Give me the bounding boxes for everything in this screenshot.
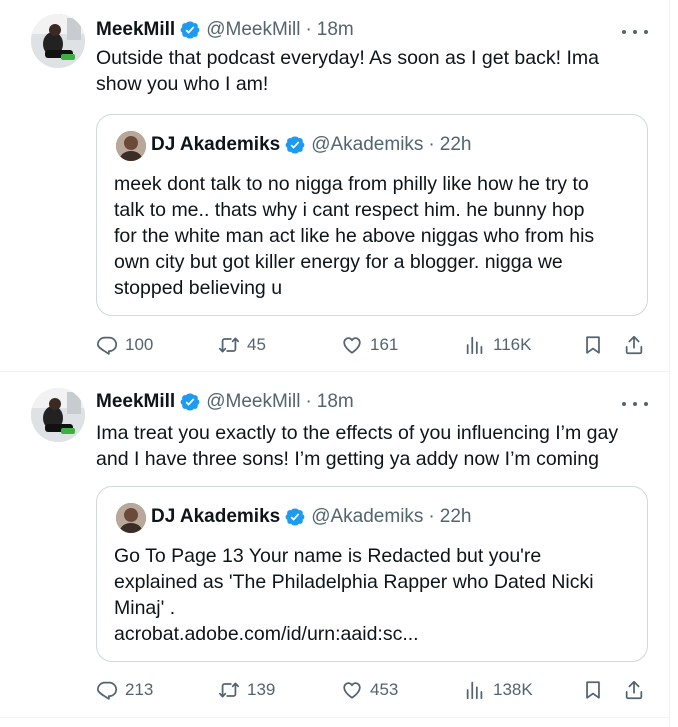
- quoted-link[interactable]: acrobat.adobe.com/id/urn:aaid:sc...: [114, 621, 634, 647]
- bookmark-button[interactable]: [582, 330, 604, 360]
- separator: ·: [305, 391, 312, 412]
- repost-icon: [218, 682, 240, 698]
- separator: ·: [305, 19, 312, 40]
- tweet-actions: 213 139 453 138K: [96, 675, 652, 705]
- quoted-author-handle: @Akademiks: [311, 506, 424, 527]
- reply-count: 100: [125, 335, 154, 354]
- author-name[interactable]: MeekMill: [96, 391, 175, 413]
- quoted-timestamp: 22h: [439, 134, 472, 155]
- repost-icon: [218, 337, 240, 353]
- author-handle[interactable]: @MeekMill: [206, 19, 300, 41]
- separator: ·: [428, 134, 435, 155]
- repost-button[interactable]: 45: [218, 330, 266, 360]
- author-handle[interactable]: @MeekMill: [206, 391, 300, 413]
- quoted-tweet[interactable]: DJ Akademiks @Akademiks · 22h meek dont …: [96, 114, 648, 316]
- quoted-text-line: talk to me.. thats why i cant respect hi…: [114, 199, 585, 221]
- like-button[interactable]: 161: [341, 330, 398, 360]
- quoted-text-line: own city but got killer energy for a blo…: [114, 251, 563, 273]
- author-avatar[interactable]: [31, 388, 85, 442]
- tweet-text-line: Ima treat you exactly to the effects of …: [96, 422, 619, 444]
- tweet-timestamp[interactable]: 18m: [317, 391, 354, 413]
- reply-icon: [96, 681, 118, 700]
- bookmark-button[interactable]: [582, 675, 604, 705]
- tweet-header: MeekMill @MeekMill · 18m: [96, 17, 354, 43]
- author-avatar[interactable]: [31, 14, 85, 68]
- quoted-author-avatar: [116, 131, 146, 161]
- quoted-text-line: explained as 'The Philadelphia Rapper wh…: [114, 571, 594, 593]
- quoted-tweet-text: Go To Page 13 Your name is Redacted but …: [114, 543, 634, 647]
- analytics-icon: [466, 681, 483, 700]
- repost-button[interactable]: 139: [218, 675, 275, 705]
- verified-badge-icon: [180, 393, 200, 411]
- bookmark-icon: [586, 681, 600, 699]
- quoted-text-line: Minaj' .: [114, 597, 176, 619]
- like-count: 161: [370, 335, 399, 354]
- like-button[interactable]: 453: [341, 675, 398, 705]
- quoted-author-handle: @Akademiks: [311, 134, 424, 155]
- like-count: 453: [370, 680, 399, 699]
- quoted-tweet-header: DJ Akademiks @Akademiks · 22h: [151, 504, 471, 530]
- tweet-timestamp[interactable]: 18m: [317, 19, 354, 41]
- tweet-text-line: show you who I am!: [96, 73, 269, 95]
- more-options-icon[interactable]: [622, 22, 648, 42]
- heart-icon: [343, 337, 361, 354]
- analytics-icon: [466, 336, 483, 355]
- views-button[interactable]: 116K: [464, 330, 531, 360]
- views-button[interactable]: 138K: [464, 675, 533, 705]
- quoted-text-line: stopped believing u: [114, 277, 283, 299]
- quoted-timestamp: 22h: [439, 506, 472, 527]
- share-button[interactable]: [623, 330, 645, 360]
- tweet-text-line: Outside that podcast everyday! As soon a…: [96, 47, 599, 69]
- reply-icon: [96, 336, 118, 355]
- author-name[interactable]: MeekMill: [96, 19, 175, 41]
- bookmark-icon: [586, 336, 600, 354]
- verified-badge-icon: [285, 136, 305, 154]
- share-icon: [625, 335, 643, 355]
- repost-count: 45: [247, 335, 266, 354]
- tweet-text-line: and I have three sons! I’m getting ya ad…: [96, 448, 599, 470]
- verified-badge-icon: [285, 508, 305, 526]
- reply-button[interactable]: 213: [96, 675, 153, 705]
- tweet-actions: 100 45 161 116K: [96, 330, 652, 360]
- heart-icon: [343, 682, 361, 699]
- quoted-text-line: meek dont talk to no nigga from philly l…: [114, 173, 589, 195]
- quoted-author-name: DJ Akademiks: [151, 506, 281, 527]
- more-options-icon[interactable]: [622, 394, 648, 414]
- timeline: MeekMill @MeekMill · 18m Outside that po…: [0, 0, 670, 727]
- tweet-text: Outside that podcast everyday! As soon a…: [96, 45, 652, 97]
- repost-count: 139: [247, 680, 276, 699]
- tweet[interactable]: MeekMill @MeekMill · 18m Outside that po…: [0, 0, 670, 372]
- views-count: 138K: [493, 680, 533, 699]
- quoted-tweet-text: meek dont talk to no nigga from philly l…: [114, 171, 634, 301]
- verified-badge-icon: [180, 21, 200, 39]
- quoted-author-name: DJ Akademiks: [151, 134, 281, 155]
- quoted-author-avatar: [116, 503, 146, 533]
- quoted-text-line: for the white man act like he above nigg…: [114, 225, 595, 247]
- quoted-tweet[interactable]: DJ Akademiks @Akademiks · 22h Go To Page…: [96, 486, 648, 662]
- tweet-text: Ima treat you exactly to the effects of …: [96, 420, 652, 472]
- reply-count: 213: [125, 680, 154, 699]
- tweet[interactable]: MeekMill @MeekMill · 18m Ima treat you e…: [0, 372, 670, 718]
- separator: ·: [428, 506, 435, 527]
- quoted-text-line: Go To Page 13 Your name is Redacted but …: [114, 545, 542, 567]
- share-button[interactable]: [623, 675, 645, 705]
- views-count: 116K: [493, 335, 532, 354]
- tweet-header: MeekMill @MeekMill · 18m: [96, 389, 354, 415]
- quoted-tweet-header: DJ Akademiks @Akademiks · 22h: [151, 132, 471, 158]
- reply-button[interactable]: 100: [96, 330, 153, 360]
- share-icon: [625, 680, 643, 700]
